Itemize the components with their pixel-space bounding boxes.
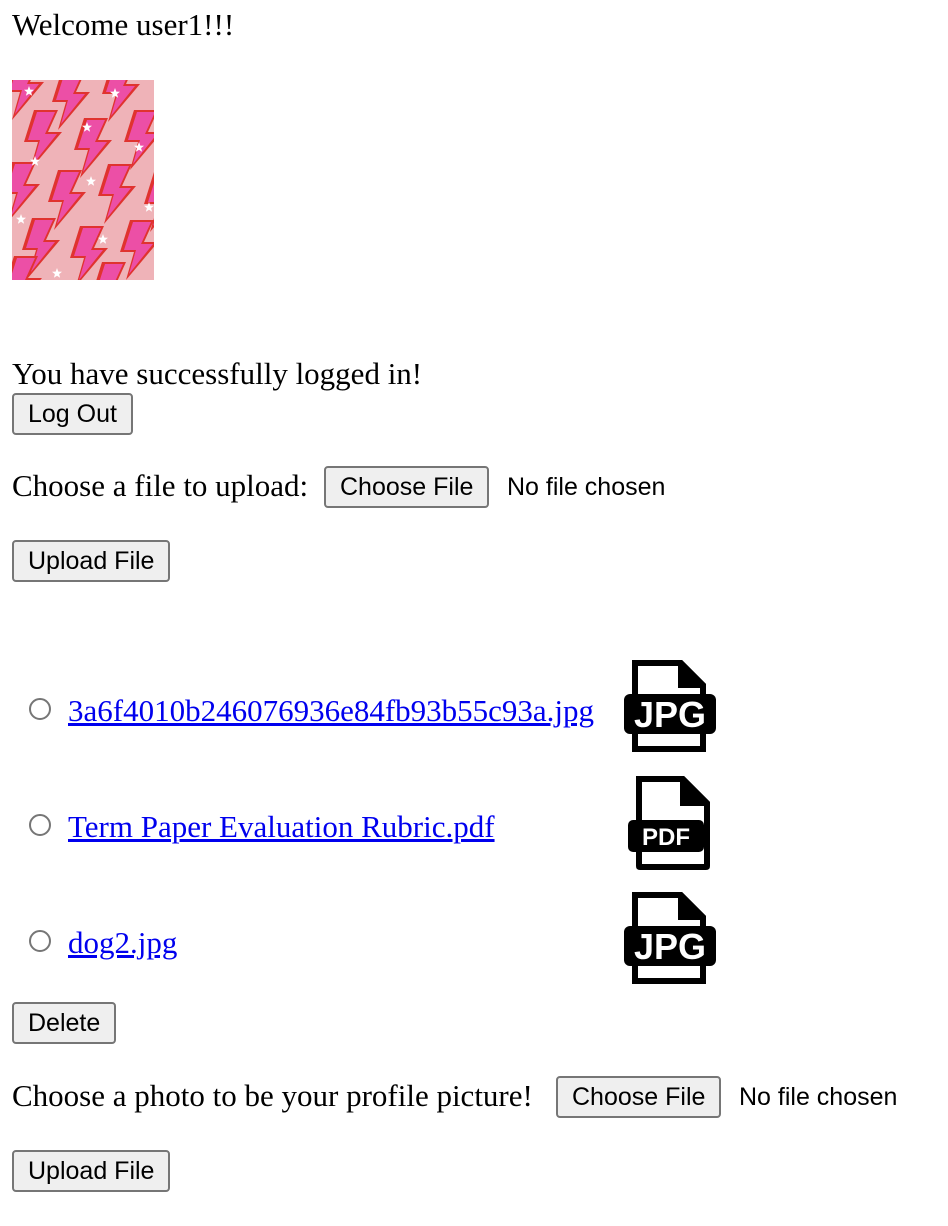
file-radio[interactable] bbox=[29, 698, 51, 720]
choose-file-button[interactable]: Choose File bbox=[324, 466, 490, 508]
logout-button[interactable]: Log Out bbox=[12, 393, 133, 435]
welcome-heading: Welcome user1!!! bbox=[12, 7, 235, 42]
file-link[interactable]: dog2.jpg bbox=[68, 925, 177, 961]
profile-photo-prompt: Choose a photo to be your profile pictur… bbox=[12, 1078, 533, 1113]
delete-button[interactable]: Delete bbox=[12, 1002, 117, 1044]
login-message: You have successfully logged in! bbox=[12, 356, 423, 391]
profile-picture bbox=[12, 80, 154, 280]
file-link[interactable]: 3a6f4010b246076936e84fb93b55c93a.jpg bbox=[68, 693, 594, 729]
list-item: 3a6f4010b246076936e84fb93b55c93a.jpg JPG bbox=[0, 650, 948, 760]
choose-profile-photo-button[interactable]: Choose File bbox=[556, 1076, 722, 1118]
jpg-file-icon: JPG bbox=[624, 660, 716, 752]
upload-profile-photo-button[interactable]: Upload File bbox=[12, 1150, 171, 1192]
list-item: Term Paper Evaluation Rubric.pdf PDF bbox=[0, 766, 948, 876]
icon-label: JPG bbox=[634, 694, 706, 735]
pdf-file-icon: PDF bbox=[628, 776, 710, 870]
upload-file-button[interactable]: Upload File bbox=[12, 540, 171, 582]
file-radio[interactable] bbox=[29, 814, 51, 836]
file-chosen-status: No file chosen bbox=[507, 473, 666, 501]
profile-file-chosen-status: No file chosen bbox=[739, 1083, 898, 1111]
file-radio[interactable] bbox=[29, 930, 51, 952]
jpg-file-icon: JPG bbox=[624, 892, 716, 984]
icon-label: PDF bbox=[642, 824, 690, 851]
upload-prompt: Choose a file to upload: bbox=[12, 468, 309, 503]
icon-label: JPG bbox=[634, 926, 706, 967]
list-item: dog2.jpg JPG bbox=[0, 882, 948, 992]
file-link[interactable]: Term Paper Evaluation Rubric.pdf bbox=[68, 809, 495, 845]
